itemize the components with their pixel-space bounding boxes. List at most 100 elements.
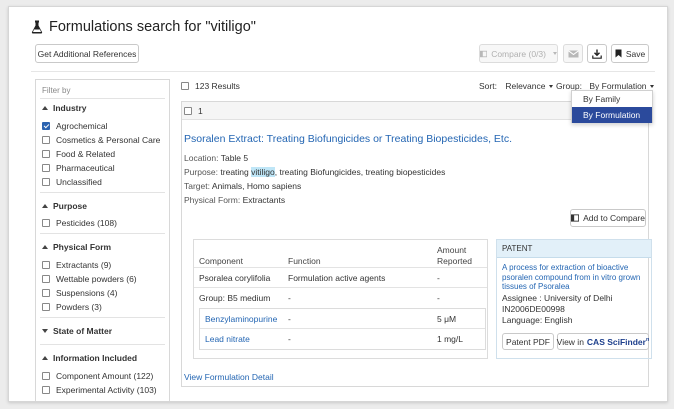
function-cell: -	[288, 293, 291, 303]
checkbox[interactable]	[42, 150, 50, 158]
page-title-text: Formulations search for "vitiligo"	[49, 19, 256, 35]
table-row: Benzylaminopurine - 5 μM	[200, 309, 485, 329]
filter-option-label: Suspensions (4)	[56, 288, 118, 298]
filter-option-label: Agrochemical	[56, 121, 108, 131]
patent-title-link[interactable]: A process for extraction of bioactive ps…	[502, 263, 648, 292]
download-icon	[592, 49, 602, 59]
checkbox[interactable]	[42, 178, 50, 186]
compare-icon	[571, 214, 580, 222]
chevron-down-icon	[42, 329, 48, 333]
filter-option-powders[interactable]: Powders (3)	[42, 302, 102, 312]
select-all-checkbox[interactable]	[181, 82, 189, 90]
filter-option-unclassified[interactable]: Unclassified	[42, 177, 102, 187]
filter-option-label: Experimental Activity (103)	[56, 385, 157, 395]
filter-section-information-included[interactable]: Information Included	[42, 353, 137, 363]
filter-option-agrochemical[interactable]: Agrochemical	[42, 121, 108, 131]
group-subtable: Benzylaminopurine - 5 μM Lead nitrate - …	[199, 308, 486, 350]
chevron-down-icon	[649, 85, 654, 89]
physical-form-value: Extractants	[242, 195, 286, 205]
filter-option-label: Pharmaceutical	[56, 163, 115, 173]
physical-form-label: Physical Form:	[184, 195, 241, 205]
group-option-by-family[interactable]: By Family	[572, 91, 652, 107]
checkbox[interactable]	[42, 386, 50, 394]
filter-option-label: Unclassified	[56, 177, 102, 187]
chevron-up-icon	[42, 245, 48, 249]
chevron-up-icon	[42, 106, 48, 110]
add-to-compare-button[interactable]: Add to Compare	[570, 209, 646, 227]
download-button[interactable]	[587, 44, 607, 63]
chevron-up-icon	[42, 204, 48, 208]
result-select[interactable]: 1	[184, 106, 203, 116]
get-additional-references-button[interactable]: Get Additional References	[35, 44, 139, 63]
filter-option-cosmetics[interactable]: Cosmetics & Personal Care	[42, 135, 160, 145]
divider	[40, 98, 165, 99]
target-value: Animals, Homo sapiens	[211, 181, 302, 191]
email-button[interactable]	[563, 44, 583, 63]
sort-label: Sort:	[479, 81, 497, 91]
component-link[interactable]: Benzylaminopurine	[205, 314, 277, 324]
filter-section-state-of-matter[interactable]: State of Matter	[42, 326, 112, 336]
components-table: Component Function Amount Reported Psora…	[193, 239, 488, 359]
location-line: Location: Table 5	[184, 153, 248, 163]
checkbox[interactable]	[42, 136, 50, 144]
checkbox[interactable]	[42, 303, 50, 311]
table-row: Psoralea corylifolia Formulation active …	[194, 268, 487, 288]
filter-option-component-amount[interactable]: Component Amount (122)	[42, 371, 153, 381]
checkbox[interactable]	[42, 219, 50, 227]
group-option-by-formulation[interactable]: By Formulation	[572, 107, 652, 123]
group-dropdown-menu: By Family By Formulation	[571, 90, 653, 123]
patent-pdf-label: Patent PDF	[506, 336, 550, 347]
amount-cell: -	[437, 273, 440, 283]
component-link[interactable]: Lead nitrate	[205, 334, 250, 344]
filter-section-industry[interactable]: Industry	[42, 103, 87, 113]
patent-pdf-button[interactable]: Patent PDF	[502, 333, 554, 350]
results-count: 123 Results	[195, 81, 240, 91]
location-value: Table 5	[220, 153, 249, 163]
result-number: 1	[198, 106, 203, 116]
filter-option-food[interactable]: Food & Related	[42, 149, 115, 159]
save-button[interactable]: Save	[611, 44, 649, 63]
filter-section-purpose[interactable]: Purpose	[42, 201, 87, 211]
table-row: Group: B5 medium - -	[194, 288, 487, 308]
checkbox[interactable]	[42, 261, 50, 269]
filter-option-experimental-activity[interactable]: Experimental Activity (103)	[42, 385, 157, 395]
target-label: Target:	[184, 181, 210, 191]
filter-section-physical-form[interactable]: Physical Form	[42, 242, 111, 252]
filter-section-title: Industry	[53, 103, 87, 113]
checkbox-checked[interactable]	[42, 122, 50, 130]
checkbox[interactable]	[42, 289, 50, 297]
select-all-results[interactable]: 123 Results	[181, 81, 240, 91]
filter-panel: Filter by Industry Agrochemical Cosmetic…	[35, 79, 170, 401]
result-title-link[interactable]: Psoralen Extract: Treating Biofungicides…	[184, 133, 512, 145]
divider	[40, 192, 165, 193]
view-formulation-detail-link[interactable]: View Formulation Detail	[184, 372, 274, 382]
filter-option-pharmaceutical[interactable]: Pharmaceutical	[42, 163, 115, 173]
scifinder-brand-text: CAS SciFinder	[586, 336, 646, 347]
filter-option-label: Component Amount (122)	[56, 371, 154, 381]
sort-control[interactable]: Sort: Relevance	[479, 81, 553, 91]
filter-option-label: Powders (3)	[56, 302, 102, 312]
filter-section-title: Information Included	[53, 353, 138, 363]
filter-option-label: Wettable powders (6)	[56, 274, 137, 284]
result-checkbox[interactable]	[184, 107, 192, 115]
divider	[40, 233, 165, 234]
view-in-scifinder-button[interactable]: View in CAS SciFindern	[557, 333, 649, 350]
location-label: Location:	[184, 153, 219, 163]
filter-option-label: Extractants (9)	[56, 260, 112, 270]
filter-option-pesticides[interactable]: Pesticides (108)	[42, 218, 117, 228]
filter-option-extractants[interactable]: Extractants (9)	[42, 260, 111, 270]
function-cell: -	[288, 334, 291, 344]
checkbox[interactable]	[42, 164, 50, 172]
checkbox[interactable]	[42, 275, 50, 283]
checkbox[interactable]	[42, 372, 50, 380]
filter-option-suspensions[interactable]: Suspensions (4)	[42, 288, 117, 298]
physical-form-line: Physical Form: Extractants	[184, 195, 285, 205]
envelope-icon	[567, 49, 579, 57]
table-row: Lead nitrate - 1 mg/L	[200, 329, 485, 349]
result-card: 1 Psoralen Extract: Treating Biofungicid…	[181, 101, 652, 387]
divider	[40, 344, 165, 345]
divider	[31, 71, 655, 72]
filter-option-wettable-powders[interactable]: Wettable powders (6)	[42, 274, 137, 284]
compare-button[interactable]: Compare (0/3)	[479, 44, 558, 63]
filter-section-title: Purpose	[53, 201, 88, 211]
